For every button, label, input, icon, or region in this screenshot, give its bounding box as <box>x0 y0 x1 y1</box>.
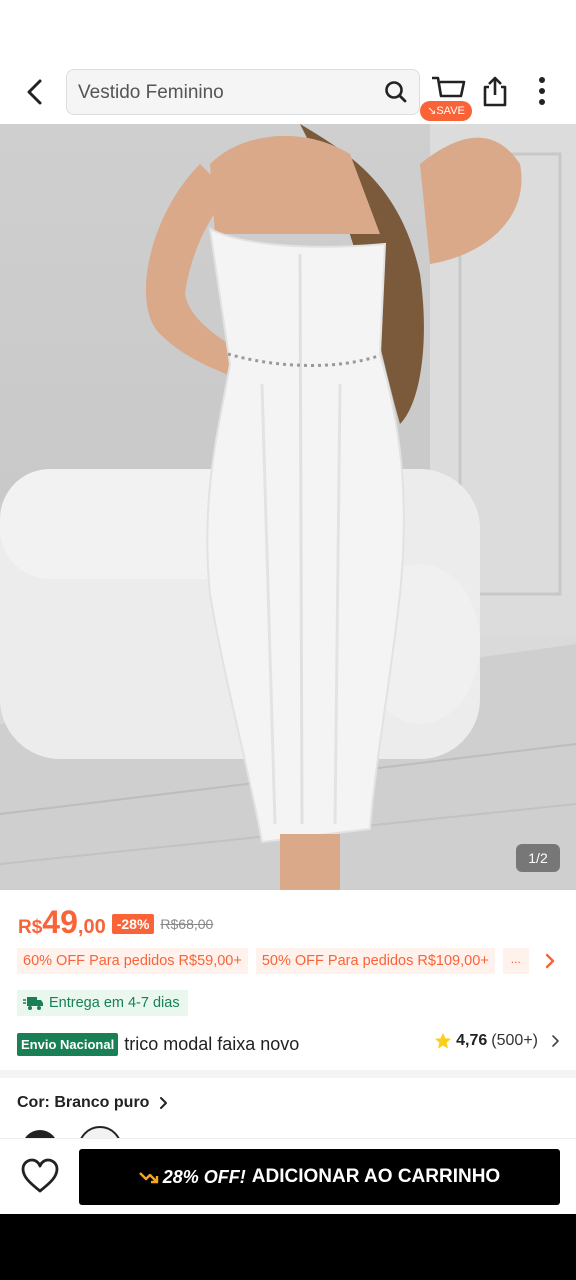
promo-more[interactable]: ... <box>502 948 529 974</box>
add-to-cart-button[interactable]: 28% OFF! ADICIONAR AO CARRINHO <box>79 1149 560 1205</box>
trend-down-icon <box>138 1172 158 1184</box>
product-title-row: Envio Nacional trico modal faixa novo 4,… <box>17 1030 562 1058</box>
product-page: Vestido Feminino ↘SAVE 1/2 R$ 49 ,00 -28… <box>0 0 576 1280</box>
image-counter: 1/2 <box>516 844 560 872</box>
promo-tag[interactable]: 50% OFF Para pedidos R$109,00+ <box>255 948 495 974</box>
delivery-badge: Entrega em 4-7 dias <box>17 990 188 1016</box>
price-row: R$ 49 ,00 -28% R$68,00 <box>18 904 213 944</box>
rating-value: 4,76 <box>456 1032 488 1049</box>
delivery-text: Entrega em 4-7 dias <box>49 995 180 1011</box>
share-icon[interactable] <box>478 74 512 108</box>
rating[interactable]: 4,76 (500+) <box>434 1032 562 1050</box>
search-bar[interactable]: Vestido Feminino <box>66 69 420 115</box>
chevron-right-icon <box>552 1035 559 1047</box>
original-price: R$68,00 <box>160 916 214 932</box>
product-image[interactable]: 1/2 <box>0 124 576 890</box>
save-badge-label: SAVE <box>436 105 465 117</box>
color-selector-header[interactable]: Cor: Branco puro <box>17 1094 171 1112</box>
promo-list[interactable]: 60% OFF Para pedidos R$59,00+ 50% OFF Pa… <box>17 948 529 974</box>
price-integer: 49 <box>42 904 78 940</box>
bottom-action-bar: 28% OFF! ADICIONAR AO CARRINHO <box>0 1138 576 1214</box>
chevron-right-icon[interactable] <box>540 951 560 971</box>
price-currency: R$ <box>18 917 43 938</box>
cta-promo: 28% OFF! <box>138 1166 246 1188</box>
top-bar: Vestido Feminino ↘SAVE <box>0 60 576 124</box>
more-vertical-icon[interactable] <box>530 74 554 108</box>
save-badge: ↘SAVE <box>420 101 472 121</box>
system-nav-bar <box>0 1214 576 1280</box>
chevron-right-icon <box>160 1097 168 1109</box>
shipping-badge: Envio Nacional <box>17 1032 119 1056</box>
cta-promo-text: 28% OFF! <box>162 1166 246 1187</box>
color-label: Cor: Branco puro <box>17 1094 150 1111</box>
star-icon <box>435 1032 452 1049</box>
truck-icon <box>23 997 43 1010</box>
heart-icon[interactable] <box>20 1157 60 1195</box>
cta-label: ADICIONAR AO CARRINHO <box>251 1166 501 1187</box>
product-photo <box>0 124 576 890</box>
section-divider <box>0 1070 576 1078</box>
product-title: trico modal faixa novo <box>124 1033 300 1054</box>
back-arrow-icon[interactable] <box>18 74 54 110</box>
discount-badge: -28% <box>111 914 155 934</box>
search-icon[interactable] <box>383 79 409 105</box>
price-decimal: ,00 <box>77 916 106 938</box>
review-count: (500+) <box>491 1032 538 1049</box>
promo-tag[interactable]: 60% OFF Para pedidos R$59,00+ <box>17 948 248 974</box>
search-input[interactable]: Vestido Feminino <box>78 82 224 104</box>
